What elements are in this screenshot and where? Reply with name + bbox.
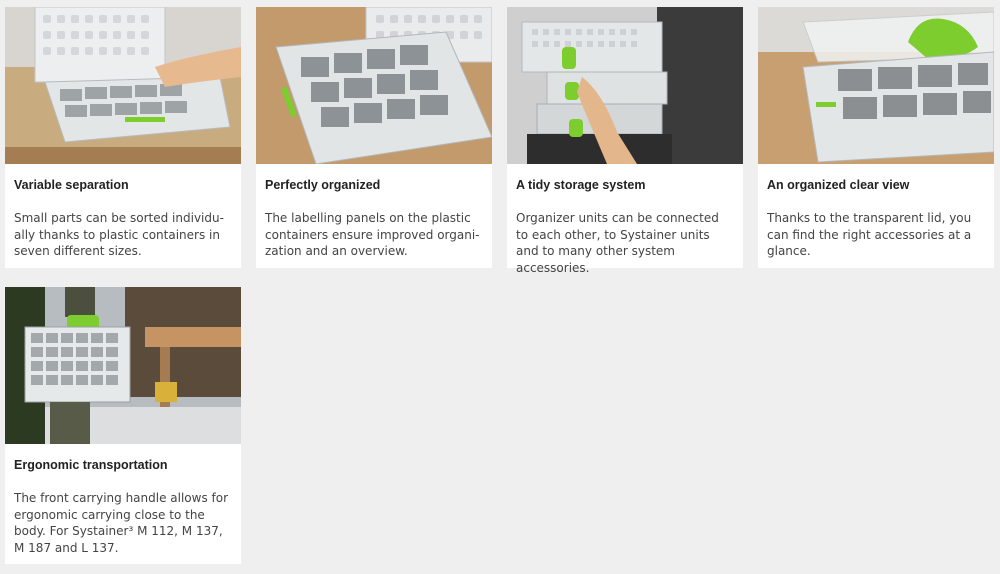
card-description: The labelling panels on the plastic cont… xyxy=(265,211,480,258)
card-title: Variable separation xyxy=(14,178,129,192)
feature-image-tidy-storage-system xyxy=(507,7,743,164)
feature-card-organized-clear-view: An organized clear view Thanks to the tr… xyxy=(758,7,994,268)
card-description: The front carrying handle allows for erg… xyxy=(14,491,229,555)
feature-image-variable-separation xyxy=(5,7,241,164)
feature-image-organized-clear-view xyxy=(758,7,994,164)
feature-card-variable-separation: Variable separation Small parts can be s… xyxy=(5,7,241,268)
card-title: An organized clear view xyxy=(767,178,910,192)
feature-image-ergonomic-transportation xyxy=(5,287,241,444)
feature-card-perfectly-organized: Perfectly organized The labelling panels… xyxy=(256,7,492,268)
card-title: A tidy storage system xyxy=(516,178,646,192)
card-title: Perfectly organized xyxy=(265,178,381,192)
feature-image-perfectly-organized xyxy=(256,7,492,164)
feature-grid: Variable separation Small parts can be s… xyxy=(0,0,1000,574)
feature-card-tidy-storage-system: A tidy storage system Organizer units ca… xyxy=(507,7,743,275)
card-description: Small parts can be sorted individu-ally … xyxy=(14,211,224,258)
card-description: Organizer units can be connected to each… xyxy=(516,211,719,275)
feature-card-ergonomic-transportation: Ergonomic transportation The front carry… xyxy=(5,287,241,564)
card-description: Thanks to the transparent lid, you can f… xyxy=(767,211,972,258)
card-title: Ergonomic transportation xyxy=(14,458,168,472)
